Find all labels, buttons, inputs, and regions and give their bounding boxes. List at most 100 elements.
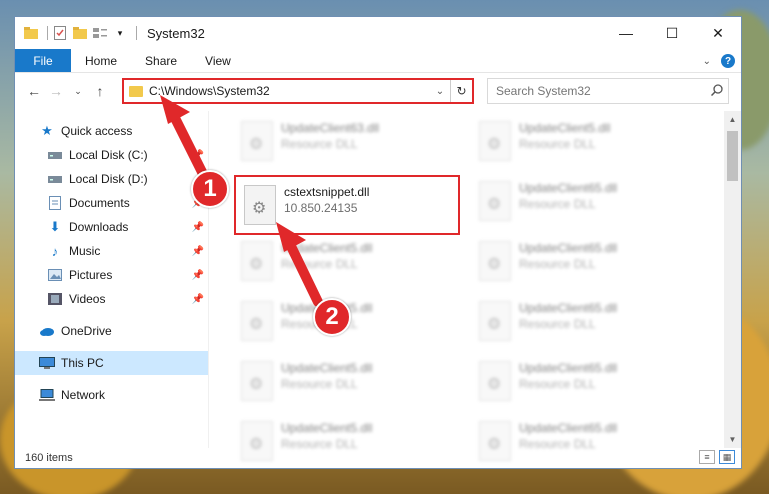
- sidebar-item-local-disk-c[interactable]: Local Disk (C:) 📌: [15, 143, 208, 167]
- pictures-icon: [47, 267, 63, 283]
- sidebar-item-label: Documents: [69, 196, 130, 210]
- file-detail: Resource DLL: [519, 377, 596, 391]
- file-detail: Resource DLL: [281, 377, 358, 391]
- dll-file-icon: [241, 361, 273, 401]
- pin-icon[interactable]: 📌: [192, 222, 204, 233]
- navigation-bar: ← → ⌄ ↑ C:\Windows\System32 ⌄ ↻: [15, 73, 741, 109]
- sidebar-item-quick-access[interactable]: ★ Quick access: [15, 119, 208, 143]
- minimize-button[interactable]: —: [603, 17, 649, 49]
- file-name: UpdateClient5.dll: [519, 121, 611, 135]
- file-name: cstextsnippet.dll: [284, 185, 370, 199]
- folder-icon: [129, 85, 143, 97]
- chevron-down-icon[interactable]: ⌄: [703, 56, 711, 67]
- dll-file-icon: [479, 241, 511, 281]
- tab-file[interactable]: File: [15, 49, 71, 72]
- tab-home[interactable]: Home: [71, 49, 131, 72]
- file-item[interactable]: UpdateClient5.dll Resource DLL: [471, 115, 701, 171]
- sidebar-item-label: Videos: [69, 292, 106, 306]
- maximize-button[interactable]: ☐: [649, 17, 695, 49]
- file-item[interactable]: UpdateClient65.dll Resource DLL: [471, 295, 701, 351]
- music-icon: ♪: [51, 243, 59, 259]
- drive-icon: [47, 171, 63, 187]
- refresh-icon[interactable]: ↻: [450, 80, 472, 102]
- sidebar-item-videos[interactable]: Videos 📌: [15, 287, 208, 311]
- file-name: UpdateClient65.dll: [519, 361, 618, 375]
- new-folder-icon[interactable]: [72, 25, 88, 41]
- sidebar-item-label: Local Disk (C:): [69, 148, 148, 162]
- address-bar[interactable]: C:\Windows\System32 ⌄ ↻: [122, 78, 474, 104]
- computer-icon: [39, 355, 55, 371]
- dll-file-icon: [241, 241, 273, 281]
- file-item[interactable]: cstextsnippet.dll 10.850.24135: [236, 179, 466, 235]
- step-1-badge: 1: [191, 170, 229, 208]
- file-explorer-window: ▾ System32 — ☐ ✕ File Home Share View ⌄ …: [14, 16, 742, 469]
- scroll-up-icon[interactable]: ▲: [724, 111, 741, 128]
- scrollbar-thumb[interactable]: [727, 131, 738, 181]
- forward-arrow-icon[interactable]: →: [45, 80, 67, 102]
- file-name: UpdateClient65.dll: [519, 421, 618, 435]
- recent-locations-icon[interactable]: ⌄: [67, 80, 89, 102]
- properties-icon[interactable]: [52, 25, 68, 41]
- sidebar-item-music[interactable]: ♪ Music 📌: [15, 239, 208, 263]
- file-detail: Resource DLL: [519, 137, 596, 151]
- sidebar-item-label: Quick access: [61, 124, 133, 138]
- up-arrow-icon[interactable]: ↑: [89, 80, 111, 102]
- tab-view[interactable]: View: [191, 49, 245, 72]
- chevron-down-icon[interactable]: ⌄: [430, 86, 450, 97]
- download-icon: ⬇: [49, 219, 61, 234]
- star-icon: ★: [41, 123, 53, 138]
- sidebar-item-label: Local Disk (D:): [69, 172, 148, 186]
- file-item[interactable]: UpdateClient5.dll Resource DLL: [233, 235, 463, 291]
- file-detail: Resource DLL: [519, 197, 596, 211]
- highlighted-file[interactable]: cstextsnippet.dll 10.850.24135: [234, 175, 460, 235]
- address-path[interactable]: C:\Windows\System32: [149, 84, 430, 98]
- folder-icon: [23, 25, 39, 41]
- sidebar-item-label: Downloads: [69, 220, 129, 234]
- pin-icon[interactable]: 📌: [192, 294, 204, 305]
- sidebar-item-downloads[interactable]: ⬇ Downloads 📌: [15, 215, 208, 239]
- search-box[interactable]: [487, 78, 729, 104]
- pin-icon[interactable]: 📌: [192, 270, 204, 281]
- window-title: System32: [147, 25, 205, 41]
- back-arrow-icon[interactable]: ←: [23, 80, 45, 102]
- file-item[interactable]: UpdateClient65.dll Resource DLL: [471, 175, 701, 231]
- vertical-scrollbar[interactable]: ▲ ▼: [724, 111, 741, 448]
- sidebar-item-pictures[interactable]: Pictures 📌: [15, 263, 208, 287]
- customize-toolbar-icon[interactable]: [92, 25, 108, 41]
- tiles-view-icon[interactable]: ▦: [719, 450, 735, 464]
- close-button[interactable]: ✕: [695, 17, 741, 49]
- sidebar-item-label: Pictures: [69, 268, 113, 282]
- file-detail: Resource DLL: [281, 257, 358, 271]
- file-name: UpdateClient65.dll: [519, 241, 618, 255]
- toolbar-divider: [47, 26, 48, 40]
- network-icon: [39, 387, 55, 403]
- details-view-icon[interactable]: ≡: [699, 450, 715, 464]
- dll-file-icon: [244, 185, 276, 225]
- chevron-down-icon[interactable]: ▾: [112, 25, 128, 41]
- file-item[interactable]: UpdateClient5.dll Resource DLL: [233, 355, 463, 411]
- search-icon[interactable]: [706, 83, 728, 99]
- file-name: UpdateClient5.dll: [281, 241, 373, 255]
- drive-icon: [47, 147, 63, 163]
- file-name: UpdateClient65.dll: [519, 181, 618, 195]
- search-input[interactable]: [496, 84, 706, 98]
- sidebar-item-network[interactable]: Network: [15, 383, 208, 407]
- scroll-down-icon[interactable]: ▼: [724, 431, 741, 448]
- file-item[interactable]: UpdateClient63.dll Resource DLL: [233, 115, 463, 171]
- help-icon[interactable]: ?: [721, 54, 735, 68]
- file-item[interactable]: UpdateClient65.dll Resource DLL: [471, 235, 701, 291]
- sidebar-item-local-disk-d[interactable]: Local Disk (D:): [15, 167, 208, 191]
- status-bar: 160 items ≡ ▦: [15, 448, 741, 468]
- dll-file-icon: [241, 121, 273, 161]
- item-count: 160 items: [25, 452, 73, 464]
- tab-share[interactable]: Share: [131, 49, 191, 72]
- sidebar-item-onedrive[interactable]: OneDrive: [15, 319, 208, 343]
- file-item[interactable]: UpdateClient65.dll Resource DLL: [471, 355, 701, 411]
- sidebar-item-label: Network: [61, 388, 106, 402]
- pin-icon[interactable]: 📌: [192, 246, 204, 257]
- toolbar-divider: [136, 26, 137, 40]
- sidebar-item-this-pc[interactable]: This PC: [15, 351, 208, 375]
- sidebar-item-documents[interactable]: Documents 📌: [15, 191, 208, 215]
- dll-file-icon: [241, 301, 273, 341]
- pin-icon[interactable]: 📌: [192, 150, 204, 161]
